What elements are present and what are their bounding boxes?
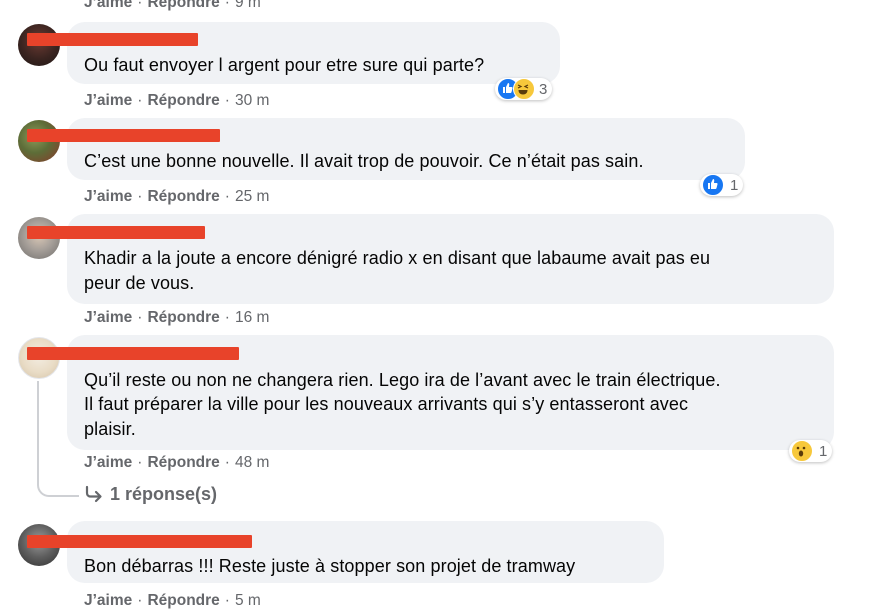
- comment-timestamp[interactable]: 25 m: [235, 188, 269, 205]
- comment-text: Qu’il reste ou non ne changera rien. Leg…: [84, 370, 721, 390]
- redacted-author-name: [27, 33, 198, 46]
- comment-text: C’est une bonne nouvelle. Il avait trop …: [84, 151, 644, 171]
- like-button[interactable]: J’aime: [84, 309, 132, 326]
- comment-text: Il faut préparer la ville pour les nouve…: [84, 394, 689, 414]
- comment-actions: J’aime · Répondre · 30 m: [84, 92, 269, 110]
- reply-button[interactable]: Répondre: [147, 0, 219, 11]
- separator: ·: [224, 592, 230, 609]
- separator: ·: [137, 188, 143, 205]
- comment-text: peur de vous.: [84, 273, 195, 293]
- separator: ·: [137, 92, 143, 109]
- comment-actions: J’aime · Répondre · 16 m: [84, 309, 269, 327]
- redacted-author-name: [27, 535, 252, 548]
- replies-count-label: 1 réponse(s): [110, 484, 218, 504]
- redacted-author-name: [27, 226, 205, 239]
- like-button[interactable]: J’aime: [84, 0, 132, 11]
- comment-timestamp[interactable]: 30 m: [235, 92, 269, 109]
- like-icon: [702, 174, 724, 196]
- comment-text: Ou faut envoyer l argent pour etre sure …: [84, 55, 485, 75]
- comment-text: Bon débarras !!! Reste juste à stopper s…: [84, 556, 576, 576]
- comment-actions: J’aime · Répondre · 9 m: [84, 0, 261, 12]
- reply-button[interactable]: Répondre: [147, 592, 219, 609]
- comment-timestamp[interactable]: 9 m: [235, 0, 261, 11]
- redacted-author-name: [27, 347, 239, 360]
- comment-timestamp[interactable]: 5 m: [235, 592, 261, 609]
- reaction-count: 1: [819, 442, 828, 460]
- comment-actions: J’aime · Répondre · 25 m: [84, 188, 269, 206]
- wow-icon: [791, 440, 813, 462]
- comment-timestamp[interactable]: 48 m: [235, 454, 269, 471]
- reply-button[interactable]: Répondre: [147, 188, 219, 205]
- redacted-author-name: [27, 129, 220, 142]
- comment-actions: J’aime · Répondre · 48 m: [84, 454, 269, 472]
- reaction-summary[interactable]: 3: [495, 78, 553, 100]
- comment-timestamp[interactable]: 16 m: [235, 309, 269, 326]
- separator: ·: [224, 188, 230, 205]
- separator: ·: [224, 454, 230, 471]
- separator: ·: [137, 0, 143, 11]
- like-button[interactable]: J’aime: [84, 188, 132, 205]
- laughing-icon: [513, 78, 535, 100]
- reaction-summary[interactable]: 1: [700, 174, 744, 196]
- comment-text: Khadir a la joute a encore dénigré radio…: [84, 248, 711, 268]
- reply-button[interactable]: Répondre: [147, 92, 219, 109]
- reply-button[interactable]: Répondre: [147, 309, 219, 326]
- like-button[interactable]: J’aime: [84, 92, 132, 109]
- separator: ·: [224, 309, 230, 326]
- view-replies-link[interactable]: 1 réponse(s): [84, 484, 217, 508]
- reaction-count: 1: [730, 176, 739, 194]
- reply-arrow-icon: [84, 485, 104, 508]
- separator: ·: [224, 92, 230, 109]
- reaction-count: 3: [539, 80, 548, 98]
- separator: ·: [224, 0, 230, 11]
- comment-text: plaisir.: [84, 419, 136, 439]
- like-button[interactable]: J’aime: [84, 454, 132, 471]
- separator: ·: [137, 592, 143, 609]
- reply-button[interactable]: Répondre: [147, 454, 219, 471]
- comment-actions: J’aime · Répondre · 5 m: [84, 592, 261, 610]
- like-button[interactable]: J’aime: [84, 592, 132, 609]
- separator: ·: [137, 454, 143, 471]
- reaction-summary[interactable]: 1: [789, 440, 833, 462]
- separator: ·: [137, 309, 143, 326]
